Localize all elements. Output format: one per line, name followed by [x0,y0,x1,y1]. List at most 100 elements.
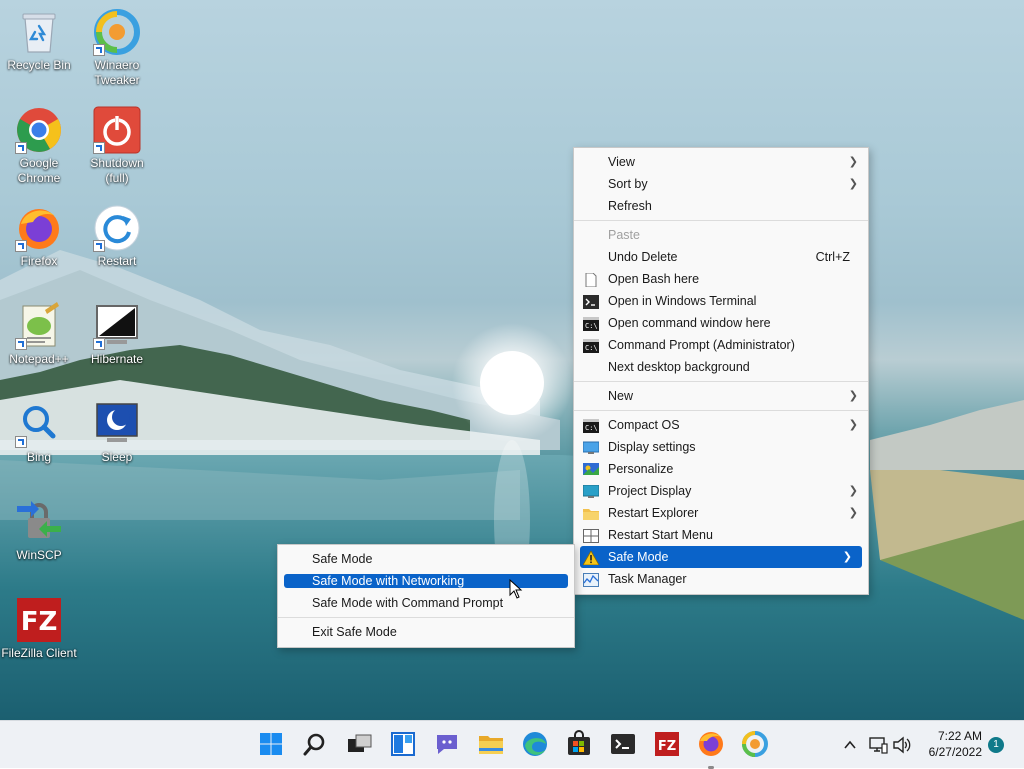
menu-item-sort-by[interactable]: Sort by ❯ [574,173,868,195]
menu-item-display-settings[interactable]: Display settings [574,436,868,458]
terminal-button[interactable] [608,729,638,759]
desktop-icon-recycle-bin[interactable]: Recycle Bin [0,8,78,73]
edge-button[interactable] [520,729,550,759]
widgets-icon [391,732,415,756]
menu-item-open-command-window-here[interactable]: C:\ Open command window here [574,312,868,334]
desktop-icon-winscp[interactable]: WinSCP [0,498,78,563]
desktop-icon-shutdown[interactable]: Shutdown (full) [78,106,156,186]
warning-icon [582,550,600,566]
submenu-item-exit-safe-mode[interactable]: Exit Safe Mode [278,621,574,643]
hibernate-icon [93,302,141,350]
chevron-right-icon: ❯ [842,551,852,563]
desktop-icon-winaero-tweaker[interactable]: Winaero Tweaker [78,8,156,88]
desktop-icon-firefox[interactable]: Firefox [0,204,78,269]
cmd-icon: C:\ [583,316,599,331]
task-view-icon [348,734,372,752]
start-button[interactable] [256,729,286,759]
menu-item-command-prompt-admin[interactable]: C:\ Command Prompt (Administrator) [574,334,868,356]
mouse-cursor-icon [509,579,523,599]
filezilla-icon: FZ [15,596,63,644]
taskbar-search-button[interactable] [300,729,330,759]
menu-item-restart-explorer[interactable]: Restart Explorer ❯ [574,502,868,524]
notification-badge[interactable]: 1 [988,737,1004,753]
desktop[interactable]: Recycle Bin Winaero Tweaker Google Chrom… [0,0,1024,720]
task-manager-icon [583,572,599,587]
svg-text:FZ: FZ [658,739,676,754]
menu-item-undo-delete[interactable]: Undo Delete Ctrl+Z [574,246,868,268]
menu-item-compact-os[interactable]: C:\ Compact OS ❯ [574,414,868,436]
svg-text:C:\: C:\ [585,322,598,330]
menu-item-personalize[interactable]: Personalize [574,458,868,480]
system-clock[interactable]: 7:22 AM 6/27/2022 [929,728,982,760]
desktop-icon-notepadpp[interactable]: Notepad++ [0,302,78,367]
file-explorer-button[interactable] [476,729,506,759]
chevron-right-icon: ❯ [848,178,858,190]
network-icon[interactable] [868,736,888,754]
menu-separator [278,617,574,618]
menu-item-next-desktop-background[interactable]: Next desktop background [574,356,868,378]
chevron-right-icon: ❯ [848,507,858,519]
submenu-item-safe-mode-networking[interactable]: Safe Mode with Networking [284,574,568,588]
restart-icon [93,204,141,252]
winaero-tweaker-icon [742,731,768,757]
shutdown-icon [93,106,141,154]
desktop-context-menu: View ❯ Sort by ❯ Refresh Paste Undo Delete… [573,147,869,595]
sleep-icon [93,400,141,448]
terminal-icon [583,294,599,309]
chevron-right-icon: ❯ [848,390,858,402]
desktop-icon-filezilla[interactable]: FZ FileZilla Client [0,596,78,661]
desktop-icon-google-chrome[interactable]: Google Chrome [0,106,78,186]
clock-time: 7:22 AM [937,729,982,743]
safe-mode-submenu: Safe Mode Safe Mode with Networking Safe… [277,544,575,648]
menu-item-safe-mode[interactable]: Safe Mode ❯ [580,546,862,568]
store-button[interactable] [564,729,594,759]
menu-item-open-in-windows-terminal[interactable]: Open in Windows Terminal [574,290,868,312]
chevron-right-icon: ❯ [848,419,858,431]
shortcut-label: Ctrl+Z [815,250,850,264]
recycle-bin-icon [15,8,63,56]
firefox-icon [15,204,63,252]
cmd-icon: C:\ [583,418,599,433]
menu-item-paste: Paste [608,228,640,242]
start-menu-icon [583,528,599,543]
file-explorer-icon [479,736,503,754]
desktop-icon-sleep[interactable]: Sleep [78,400,156,465]
menu-separator [574,410,868,411]
menu-item-new[interactable]: New ❯ [574,385,868,407]
folder-icon [583,506,599,520]
menu-item-restart-start-menu[interactable]: Restart Start Menu [574,524,868,546]
notepadpp-icon [15,302,63,350]
shortcut-arrow-icon [15,240,27,252]
display-icon [582,440,600,454]
firefox-icon [699,732,723,756]
filezilla-taskbar-button[interactable]: FZ [652,729,682,759]
search-icon [303,733,325,756]
firefox-taskbar-button[interactable] [696,729,726,769]
desktop-icon-hibernate[interactable]: Hibernate [78,302,156,367]
winscp-icon [15,498,63,546]
menu-item-project-display[interactable]: Project Display ❯ [574,480,868,502]
desktop-icon-bing[interactable]: Bing [0,400,78,465]
desktop-icon-restart[interactable]: Restart [78,204,156,269]
store-icon [568,730,590,755]
menu-item-refresh[interactable]: Refresh [574,195,868,217]
shortcut-arrow-icon [15,338,27,350]
widgets-button[interactable] [388,729,418,759]
personalize-icon [583,462,599,476]
shortcut-arrow-icon [93,142,105,154]
menu-item-task-manager[interactable]: Task Manager [574,568,868,590]
edge-icon [523,732,547,756]
menu-separator [574,381,868,382]
menu-item-view[interactable]: View ❯ [574,151,868,173]
volume-icon[interactable] [892,736,912,754]
taskbar: FZ 7:22 AM 6/27/2022 1 [0,720,1024,769]
menu-item-open-bash-here[interactable]: Open Bash here [574,268,868,290]
submenu-item-safe-mode[interactable]: Safe Mode [278,548,574,570]
task-view-button[interactable] [344,729,374,759]
teams-chat-button[interactable] [432,729,462,759]
teams-chat-icon [437,735,457,754]
chevron-up-icon[interactable] [842,737,858,753]
winaero-tweaker-taskbar-button[interactable] [740,729,770,759]
chrome-icon [15,106,63,154]
submenu-item-safe-mode-command-prompt[interactable]: Safe Mode with Command Prompt [278,592,574,614]
